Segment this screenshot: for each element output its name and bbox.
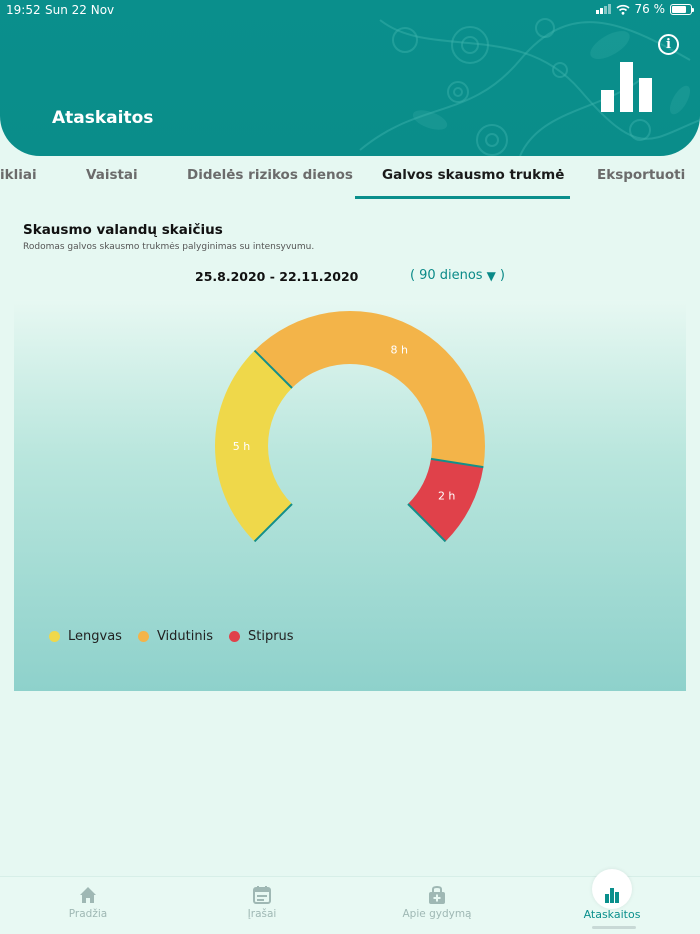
period-paren-close: ) bbox=[499, 268, 505, 283]
status-time: 19:52 bbox=[6, 3, 41, 17]
legend-item-moderate: Vidutinis bbox=[137, 629, 213, 644]
arc-label-severe: 2 h bbox=[438, 489, 455, 502]
floral-background-decoration bbox=[359, 18, 700, 156]
nav-label-reports: Ataskaitos bbox=[583, 908, 641, 921]
status-date: Sun 22 Nov bbox=[45, 3, 115, 17]
status-bar: 19:52 Sun 22 Nov 76 % bbox=[0, 0, 700, 20]
nav-label-home: Pradžia bbox=[68, 908, 108, 920]
report-title: Skausmo valandų skaičius bbox=[23, 222, 223, 238]
home-indicator bbox=[592, 926, 636, 929]
period-value: 90 dienos bbox=[419, 268, 483, 283]
tab-high-risk-days[interactable]: Didelės rizikos dienos bbox=[187, 167, 353, 183]
chart-panel: 5 h 8 h 2 h Lengvas Vidutinis Stiprus bbox=[14, 300, 686, 691]
calendar-icon bbox=[253, 886, 271, 904]
legend-label-moderate: Vidutinis bbox=[156, 629, 213, 644]
report-tabs: ikliai Vaistai Didelės rizikos dienos Ga… bbox=[0, 156, 700, 200]
medical-bag-icon bbox=[429, 885, 445, 904]
status-indicators: 76 % bbox=[595, 2, 694, 16]
pain-hours-arc-chart: 5 h 8 h 2 h bbox=[215, 311, 485, 543]
tab-export[interactable]: Eksportuoti bbox=[597, 167, 685, 183]
legend-dot-mild bbox=[49, 631, 60, 642]
active-tab-indicator bbox=[355, 196, 570, 199]
legend-item-mild: Lengvas bbox=[49, 629, 122, 644]
legend-dot-moderate bbox=[137, 631, 149, 642]
legend-dot-severe bbox=[228, 631, 240, 642]
battery-percent: 76 % bbox=[634, 2, 666, 16]
chart-legend: Lengvas Vidutinis Stiprus bbox=[49, 629, 294, 644]
nav-item-home[interactable]: Pradžia bbox=[8, 877, 168, 920]
wifi-icon bbox=[615, 4, 630, 15]
date-range: 25.8.2020 - 22.11.2020 bbox=[195, 269, 359, 284]
signal-icon bbox=[595, 4, 611, 14]
legend-label-severe: Stiprus bbox=[247, 629, 294, 644]
tab-headache-duration[interactable]: Galvos skausmo trukmė bbox=[382, 167, 564, 183]
legend-label-mild: Lengvas bbox=[68, 629, 122, 644]
period-dropdown[interactable]: ( 90 dienos ▼ ) bbox=[410, 268, 505, 283]
nav-label-about-treatment: Apie gydymą bbox=[402, 908, 472, 920]
arc-label-mild: 5 h bbox=[233, 440, 250, 453]
info-icon[interactable]: i bbox=[658, 34, 679, 55]
page-title: Ataskaitos bbox=[52, 108, 154, 128]
nav-item-reports[interactable]: Ataskaitos bbox=[532, 877, 692, 921]
nav-item-records[interactable]: Įrašai bbox=[182, 877, 342, 920]
caret-down-icon: ▼ bbox=[486, 268, 496, 283]
arc-label-moderate: 8 h bbox=[391, 343, 408, 356]
header: 19:52 Sun 22 Nov 76 % Ataskaitos i bbox=[0, 0, 700, 156]
report-subtitle: Rodomas galvos skausmo trukmės palyginim… bbox=[23, 242, 315, 252]
bar-chart-header-icon bbox=[601, 62, 652, 112]
nav-label-records: Įrašai bbox=[247, 908, 277, 920]
battery-icon bbox=[670, 3, 694, 15]
tab-medications[interactable]: Vaistai bbox=[86, 167, 138, 183]
bar-chart-icon bbox=[605, 888, 619, 903]
nav-item-about-treatment[interactable]: Apie gydymą bbox=[357, 877, 517, 920]
arc-segment-mild bbox=[215, 350, 293, 542]
period-paren-open: ( bbox=[410, 268, 416, 283]
tab-triggers[interactable]: ikliai bbox=[0, 167, 37, 183]
legend-item-severe: Stiprus bbox=[228, 629, 294, 644]
home-icon bbox=[80, 887, 96, 903]
